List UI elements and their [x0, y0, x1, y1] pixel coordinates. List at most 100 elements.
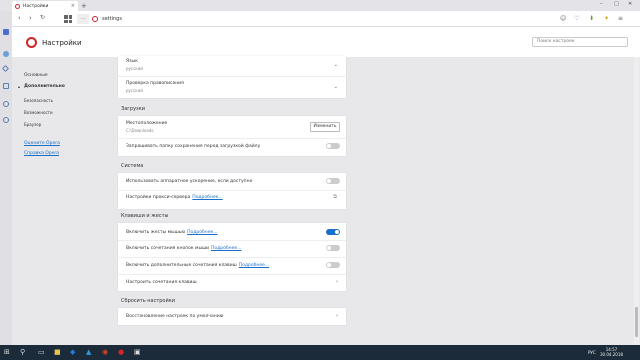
snapshot-icon[interactable]: ☺ — [560, 15, 566, 22]
download-icon[interactable]: ⬇ — [589, 15, 594, 22]
edge-icon[interactable]: ◆ — [70, 348, 75, 356]
page-header: Настройки Поиск настроек — [12, 27, 640, 57]
forward-button[interactable]: › — [29, 14, 32, 22]
tab-title: Настройки — [23, 3, 49, 9]
spellcheck-row[interactable]: Проверка правописания русский — [126, 81, 184, 93]
opera-logo-icon — [15, 3, 20, 9]
mouse-gestures-label: Включить жесты мышью — [126, 230, 186, 235]
hw-accel-label: Использовать аппаратное ускорение, если … — [126, 179, 253, 184]
system-section-title: Система — [121, 163, 144, 169]
file-explorer-icon[interactable]: ■ — [54, 348, 61, 356]
chevron-right-icon[interactable]: › — [336, 313, 338, 319]
reset-section-title: Сбросить настройки — [121, 298, 176, 304]
photoshop-icon[interactable]: ◉ — [102, 348, 108, 356]
clock-date: 30.04.2018 — [600, 352, 623, 357]
nav-security[interactable]: Безопасность — [24, 98, 53, 103]
downloads-card: Местоположение C:\Downloads Изменить Зап… — [118, 116, 346, 156]
url-badge[interactable]: ··· — [77, 14, 89, 24]
minimize-button[interactable]: – — [600, 1, 603, 7]
nav-advanced[interactable]: Дополнительно — [24, 84, 65, 89]
language-card: Язык русский ⌄ Проверка правописания рус… — [118, 56, 346, 98]
language-row[interactable]: Язык русский — [126, 59, 143, 71]
proxy-label: Настройки прокси-сервера — [126, 195, 191, 200]
ask-download-label: Запрашивать папку сохранения перед загру… — [126, 144, 261, 149]
opera-url-icon — [92, 16, 98, 22]
divider — [118, 240, 346, 241]
taskbar: ⊞ ⚲ ▭ ■ ◆ ▲ ◉ ● ▣ РУС 14:57 30.04.2018 — [0, 345, 640, 360]
tab-settings[interactable]: Настройки × — [12, 1, 78, 11]
ask-download-toggle[interactable] — [326, 143, 340, 149]
divider — [118, 274, 346, 275]
speed-dial-icon[interactable] — [64, 15, 72, 23]
chevron-up-icon[interactable]: ▴ — [18, 84, 20, 89]
advanced-keys-row: Включить дополнительные сочетания клавиш… — [126, 263, 269, 268]
rocker-label: Включить сочетания кнопок мыши — [126, 246, 210, 251]
rate-opera-link[interactable]: Оцените Opera — [24, 141, 60, 146]
scrollbar[interactable] — [634, 57, 639, 345]
windows-start-icon[interactable]: ⊞ — [4, 348, 10, 356]
new-tab-button[interactable]: + — [81, 2, 87, 10]
chevron-down-icon[interactable]: ⌄ — [334, 62, 338, 68]
app-icon[interactable]: ▣ — [134, 348, 141, 356]
spellcheck-value: русский — [126, 88, 143, 93]
back-button[interactable]: ‹ — [18, 14, 21, 22]
change-location-button[interactable]: Изменить — [310, 122, 340, 132]
downloads-section-title: Загрузки — [121, 106, 145, 112]
language-indicator[interactable]: РУС — [588, 350, 596, 355]
nav-features[interactable]: Возможности — [24, 110, 53, 115]
restore-defaults-row[interactable]: Восстановление настроек по умолчанию — [126, 314, 223, 319]
extension-icon[interactable]: ✦ — [604, 15, 609, 22]
messenger-icon[interactable] — [3, 51, 9, 57]
opera-logo-icon — [26, 37, 37, 48]
advanced-keys-toggle[interactable] — [326, 262, 340, 268]
close-window-button[interactable]: ✕ — [628, 1, 632, 7]
system-card: Использовать аппаратное ускорение, если … — [118, 173, 346, 209]
rocker-toggle[interactable] — [326, 245, 340, 251]
send-icon[interactable] — [1, 64, 10, 73]
mouse-gestures-more-link[interactable]: Подробнее... — [187, 230, 217, 235]
reset-card: Восстановление настроек по умолчанию › — [118, 308, 346, 325]
proxy-more-link[interactable]: Подробнее... — [192, 195, 222, 200]
grid-icon[interactable] — [3, 83, 9, 89]
nav-browser[interactable]: Браузер — [24, 122, 41, 127]
divider — [118, 190, 346, 191]
advanced-keys-more-link[interactable]: Подробнее... — [239, 263, 269, 268]
mouse-gestures-row: Включить жесты мышью Подробнее... — [126, 230, 218, 235]
nav-basic[interactable]: Основные — [24, 73, 48, 78]
location-label: Местоположение — [126, 121, 168, 126]
heart-icon[interactable] — [3, 101, 9, 107]
url-field[interactable]: settings — [102, 16, 122, 22]
task-view-icon[interactable]: ▭ — [38, 348, 45, 356]
chevron-right-icon[interactable]: › — [336, 279, 338, 285]
store-icon[interactable]: ▲ — [86, 348, 91, 356]
opera-taskbar-icon[interactable]: ● — [118, 348, 124, 356]
history-icon[interactable] — [3, 117, 9, 123]
scrollbar-thumb[interactable] — [635, 307, 638, 337]
mouse-gestures-toggle[interactable] — [326, 229, 340, 235]
address-bar: ‹ › ↻ ··· settings ☺ ♡ ⬇ ✦ ≡ — [12, 11, 640, 27]
opera-help-link[interactable]: Справка Opera — [24, 151, 59, 156]
settings-search-input[interactable]: Поиск настроек — [532, 37, 628, 47]
heart-bookmark-icon[interactable]: ♡ — [574, 15, 579, 22]
proxy-row[interactable]: Настройки прокси-сервера Подробнее... — [126, 195, 223, 200]
page-title: Настройки — [42, 39, 82, 47]
reload-button[interactable]: ↻ — [40, 14, 45, 21]
language-value: русский — [126, 66, 143, 71]
sidebar — [0, 11, 12, 345]
chevron-down-icon[interactable]: ⌄ — [334, 84, 338, 90]
shortcuts-section-title: Клавиши и жесты — [121, 213, 169, 219]
location-value: C:\Downloads — [126, 128, 154, 133]
external-link-icon[interactable]: ⧉ — [333, 194, 337, 200]
tab-close-button[interactable]: × — [71, 3, 75, 9]
rocker-more-link[interactable]: Подробнее... — [211, 246, 241, 251]
maximize-button[interactable]: □ — [614, 1, 619, 7]
menu-icon[interactable]: ≡ — [618, 15, 623, 22]
search-icon[interactable]: ⚲ — [20, 348, 25, 356]
configure-shortcuts-row[interactable]: Настроить сочетания клавиш — [126, 280, 197, 285]
hw-accel-toggle[interactable] — [326, 178, 340, 184]
clock[interactable]: 14:57 30.04.2018 — [600, 347, 623, 357]
spellcheck-label: Проверка правописания — [126, 81, 184, 86]
vk-icon[interactable] — [3, 29, 9, 35]
language-label: Язык — [126, 59, 138, 64]
advanced-keys-label: Включить дополнительные сочетания клавиш — [126, 263, 237, 268]
